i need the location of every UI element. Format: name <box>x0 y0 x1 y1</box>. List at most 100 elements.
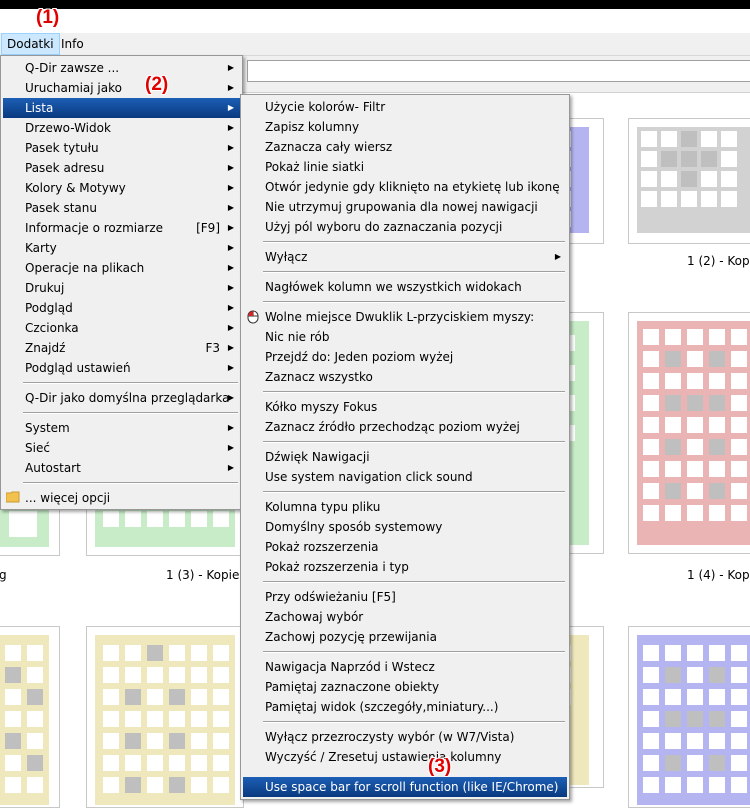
menu-item-naglowek-kolumn[interactable]: Nagłówek kolumn we wszystkich widokach <box>243 277 567 297</box>
thumbnail-green-mid[interactable] <box>568 312 604 554</box>
thumbnail-gray-top[interactable] <box>628 118 750 244</box>
thumbnail-caption: 1 (2) - Kopie <box>687 254 750 268</box>
menu-item-lista[interactable]: Lista ▶ <box>3 98 240 118</box>
menu-item-pokaz-rozszerzenia[interactable]: Pokaż rozszerzenia <box>243 537 567 557</box>
address-bar[interactable] <box>247 60 750 82</box>
menu-item-label: Domyślny sposób systemowy <box>265 520 443 534</box>
menu-item-podglad[interactable]: Podgląd ▶ <box>3 298 240 318</box>
menu-item-pola-wyboru[interactable]: Użyj pól wyboru do zaznaczania pozycji <box>243 217 567 237</box>
menu-item-zaznacz-zrodlo[interactable]: Zaznacz źródło przechodząc poziom wyżej <box>243 417 567 437</box>
menu-item-pamietaj-zaznaczone[interactable]: Pamiętaj zaznaczone obiekty <box>243 677 567 697</box>
thumbnail-yellow-left[interactable] <box>0 626 60 808</box>
menu-item-label: Pamiętaj widok (szczegóły,miniatury...) <box>265 700 499 714</box>
menu-item-label: Dźwięk Nawigacji <box>265 450 370 464</box>
thumbnail-pink-mid[interactable] <box>628 312 750 554</box>
menu-item-znajdz[interactable]: Znajdź F3 ▶ <box>3 338 240 358</box>
menu-separator <box>23 412 238 414</box>
menu-item-czcionka[interactable]: Czcionka ▶ <box>3 318 240 338</box>
thumbnail-yellow-center[interactable] <box>86 626 244 808</box>
menu-item-dzwiek-nawigacji[interactable]: Dźwięk Nawigacji <box>243 447 567 467</box>
menu-item-label: Zaznacza cały wiersz <box>265 140 393 154</box>
menu-item-operacje-na-plikach[interactable]: Operacje na plikach ▶ <box>3 258 240 278</box>
menu-item-zachowaj-pozycje[interactable]: Zachowj pozycję przewijania <box>243 627 567 647</box>
menu-item-nie-utrzymuj-grupowania[interactable]: Nie utrzymuj grupowania dla nowej nawiga… <box>243 197 567 217</box>
lista-submenu: Użycie kolorów- Filtr Zapisz kolumny Zaz… <box>240 94 570 800</box>
menu-item-label: Wyłącz przezroczysty wybór (w W7/Vista) <box>265 730 515 744</box>
menu-item-wylacz[interactable]: Wyłącz ▶ <box>243 247 567 267</box>
menu-item-label: Pokaż linie siatki <box>265 160 365 174</box>
menu-item-uruchamiaj-jako[interactable]: Uruchamiaj jako ▶ <box>3 78 240 98</box>
menu-item-space-bar-scroll[interactable]: Use space bar for scroll function (like … <box>243 777 567 797</box>
menu-item-pasek-tytulu[interactable]: Pasek tytułu ▶ <box>3 138 240 158</box>
menu-item-zachowaj-wybor[interactable]: Zachowaj wybór <box>243 607 567 627</box>
shortcut-label: F3 <box>205 341 220 355</box>
submenu-arrow-icon: ▶ <box>227 223 234 232</box>
submenu-arrow-icon: ▶ <box>227 203 234 212</box>
menu-item-label: Pokaż rozszerzenia i typ <box>265 560 409 574</box>
menu-item-label: Q-Dir zawsze ... <box>25 61 120 75</box>
menu-item-label: Uruchamiaj jako <box>25 81 122 95</box>
menu-item-label: System <box>25 421 70 435</box>
menu-item-wiecej-opcji[interactable]: ... więcej opcji <box>3 488 240 508</box>
menu-item-siec[interactable]: Sieć ▶ <box>3 438 240 458</box>
menu-item-label: Lista <box>25 101 54 115</box>
menu-item-label: Kolumna typu pliku <box>265 500 381 514</box>
menu-item-otworz-etykieta[interactable]: Otwór jedynie gdy kliknięto na etykietę … <box>243 177 567 197</box>
menu-item-label: Q-Dir jako domyślna przeglądarka <box>25 391 230 405</box>
menu-item-informacje-o-rozmiarze[interactable]: Informacje o rozmiarze [F9] ▶ <box>3 218 240 238</box>
thumbnail-purple-bottom[interactable] <box>628 626 750 808</box>
menu-separator <box>263 241 565 243</box>
menu-bar: Dodatki Info <box>0 33 750 56</box>
menu-item-system[interactable]: System ▶ <box>3 418 240 438</box>
menu-item-pasek-stanu[interactable]: Pasek stanu ▶ <box>3 198 240 218</box>
submenu-arrow-icon: ▶ <box>227 393 234 402</box>
menu-item-domyslny-sposob[interactable]: Domyślny sposób systemowy <box>243 517 567 537</box>
menu-item-label: Zapisz kolumny <box>265 120 360 134</box>
dodatki-menu: Q-Dir zawsze ... ▶ Uruchamiaj jako ▶ Lista… <box>0 55 243 510</box>
menu-item-zaznacza-caly-wiersz[interactable]: Zaznacza cały wiersz <box>243 137 567 157</box>
menu-item-label: Pasek stanu <box>25 201 97 215</box>
menu-item-zapisz-kolumny[interactable]: Zapisz kolumny <box>243 117 567 137</box>
menu-separator <box>263 651 565 653</box>
submenu-arrow-icon: ▶ <box>227 123 234 132</box>
submenu-arrow-icon: ▶ <box>227 303 234 312</box>
menu-item-label: Operacje na plikach <box>25 261 145 275</box>
thumbnail-caption: 1 (3) - Kopie.p <box>166 568 251 582</box>
menu-item-jeden-poziom-wyzej[interactable]: Przejdź do: Jeden poziom wyżej <box>243 347 567 367</box>
thumbnail-caption: 1 (4) - Kopie <box>687 568 750 582</box>
menu-item-pokaz-rozszerzenia-i-typ[interactable]: Pokaż rozszerzenia i typ <box>243 557 567 577</box>
menu-dodatki[interactable]: Dodatki <box>1 33 60 55</box>
menu-item-qdir-zawsze[interactable]: Q-Dir zawsze ... ▶ <box>3 58 240 78</box>
menu-item-pamietaj-widok[interactable]: Pamiętaj widok (szczegóły,miniatury...) <box>243 697 567 717</box>
menu-info[interactable]: Info <box>56 33 89 55</box>
menu-item-zresetuj-kolumny[interactable]: Wyczyść / Zresetuj ustawienia kolumny <box>243 747 567 767</box>
menu-item-label: Zachowaj wybór <box>265 610 364 624</box>
menu-header-nawigacja: Nawigacja Naprzód i Wstecz <box>243 657 567 677</box>
menu-item-label: ... więcej opcji <box>25 491 111 505</box>
menu-item-zaznacz-wszystko[interactable]: Zaznacz wszystko <box>243 367 567 387</box>
menu-item-drzewo-widok[interactable]: Drzewo-Widok ▶ <box>3 118 240 138</box>
submenu-arrow-icon: ▶ <box>554 252 561 261</box>
menu-item-label: Use space bar for scroll function (like … <box>265 780 559 794</box>
menu-item-pasek-adresu[interactable]: Pasek adresu ▶ <box>3 158 240 178</box>
menu-item-system-click-sound[interactable]: Use system navigation click sound <box>243 467 567 487</box>
menu-item-autostart[interactable]: Autostart ▶ <box>3 458 240 478</box>
menu-item-label: Informacje o rozmiarze <box>25 221 164 235</box>
menu-item-drukuj[interactable]: Drukuj ▶ <box>3 278 240 298</box>
menu-item-przezroczysty-wybor[interactable]: Wyłącz przezroczysty wybór (w W7/Vista) <box>243 727 567 747</box>
menu-item-label: Kolory & Motywy <box>25 181 126 195</box>
submenu-arrow-icon: ▶ <box>227 263 234 272</box>
menu-item-pokaz-linie-siatki[interactable]: Pokaż linie siatki <box>243 157 567 177</box>
menu-item-kolumna-typu-pliku[interactable]: Kolumna typu pliku <box>243 497 567 517</box>
menu-item-karty[interactable]: Karty ▶ <box>3 238 240 258</box>
menu-item-podglad-ustawien[interactable]: Podgląd ustawień ▶ <box>3 358 240 378</box>
menu-separator <box>263 721 565 723</box>
menu-item-kolko-myszy[interactable]: Kółko myszy Fokus <box>243 397 567 417</box>
menu-separator <box>263 301 565 303</box>
thumbnail-caption: g <box>0 568 7 582</box>
menu-item-label: Drukuj <box>25 281 65 295</box>
menu-item-nic-nie-rob[interactable]: Nic nie rób <box>243 327 567 347</box>
menu-item-uzycie-kolorow[interactable]: Użycie kolorów- Filtr <box>243 97 567 117</box>
menu-item-kolory-motywy[interactable]: Kolory & Motywy ▶ <box>3 178 240 198</box>
menu-item-domyslna-przegladarka[interactable]: Q-Dir jako domyślna przeglądarka ▶ <box>3 388 240 408</box>
